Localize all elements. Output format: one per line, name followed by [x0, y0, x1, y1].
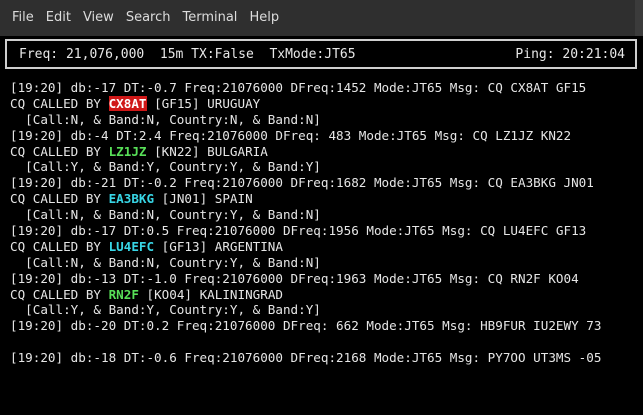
cq-called-prefix: CQ CALLED BY [10, 95, 109, 111]
cq-called-prefix: CQ CALLED BY [10, 143, 109, 159]
grid-country: [KO04] KALININGRAD [138, 286, 283, 302]
callsign: EA3BKG [108, 191, 155, 207]
terminal-area[interactable]: Freq: 21,076,000 15m TX:False TxMode:JT6… [0, 36, 643, 415]
cq-called-prefix: CQ CALLED BY [10, 191, 109, 207]
grid-country: [GF15] URUGUAY [146, 95, 261, 111]
menu-file[interactable]: File [6, 0, 40, 36]
cq-called-prefix: CQ CALLED BY [10, 238, 109, 254]
log-cq-called-line: CQ CALLED BY LZ1JZ [KN22] BULGARIA [10, 144, 638, 160]
log-decode-line: [19:20] db:-17 DT:-0.7 Freq:21076000 DFr… [10, 80, 587, 95]
grid-country: [JN01] SPAIN [154, 191, 253, 207]
log-cq-called-line: CQ CALLED BY EA3BKG [JN01] SPAIN [10, 191, 638, 207]
menu-view[interactable]: View [77, 0, 120, 36]
log-worked-info-line: [Call:N, & Band:N, Country:Y, & Band:N] [10, 207, 321, 223]
log-decode-line: [19:20] db:-18 DT:-0.6 Freq:21076000 DFr… [10, 350, 602, 366]
callsign: LU4EFC [108, 238, 155, 254]
log-blank-line [10, 334, 638, 350]
log-worked-info-line: [Call:N, & Band:N, Country:Y, & Band:N] [10, 254, 321, 270]
log-worked-info-line: [Call:Y, & Band:Y, Country:Y, & Band:Y] [10, 159, 321, 175]
window-scrollbar[interactable] [635, 0, 643, 36]
callsign: RN2F [108, 286, 139, 302]
log-cq-called-line: CQ CALLED BY CX8AT [GF15] URUGUAY [10, 95, 638, 112]
status-ping: Ping: 20:21:04 [515, 46, 625, 62]
log-decode-line: [19:20] db:-17 DT:0.5 Freq:21076000 DFre… [10, 223, 587, 239]
log-decode-line: [19:20] db:-4 DT:2.4 Freq:21076000 DFreq… [10, 127, 572, 143]
log-decode-line: [19:20] db:-13 DT:-1.0 Freq:21076000 DFr… [10, 270, 579, 286]
cq-called-prefix: CQ CALLED BY [10, 286, 109, 302]
menu-search[interactable]: Search [120, 0, 177, 36]
log-decode-line: [19:20] db:-20 DT:0.2 Freq:21076000 DFre… [10, 318, 602, 334]
menu-edit[interactable]: Edit [40, 0, 77, 36]
grid-country: [GF13] ARGENTINA [154, 238, 283, 254]
status-box: Freq: 21,076,000 15m TX:False TxMode:JT6… [5, 39, 637, 69]
log-worked-info-line: [Call:Y, & Band:Y, Country:Y, & Band:Y] [10, 302, 321, 318]
menu-terminal[interactable]: Terminal [176, 0, 243, 36]
log-cq-called-line: CQ CALLED BY LU4EFC [GF13] ARGENTINA [10, 239, 638, 255]
callsign: CX8AT [108, 95, 147, 111]
menu-bar: File Edit View Search Terminal Help [0, 0, 643, 36]
log-decode-line: [19:20] db:-21 DT:-0.2 Freq:21076000 DFr… [10, 175, 594, 191]
log-cq-called-line: CQ CALLED BY RN2F [KO04] KALININGRAD [10, 287, 638, 303]
status-frequency: Freq: 21,076,000 15m TX:False TxMode:JT6… [19, 46, 356, 62]
decode-log: [19:20] db:-17 DT:-0.7 Freq:21076000 DFr… [10, 80, 638, 366]
menu-help[interactable]: Help [243, 0, 285, 36]
callsign: LZ1JZ [108, 143, 147, 159]
grid-country: [KN22] BULGARIA [146, 143, 268, 159]
log-worked-info-line: [Call:N, & Band:N, Country:N, & Band:N] [10, 111, 321, 127]
